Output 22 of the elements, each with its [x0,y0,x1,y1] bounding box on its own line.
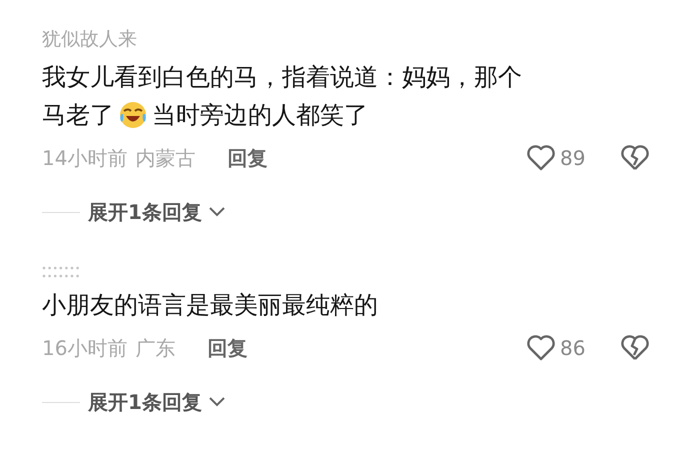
expand-replies-link[interactable]: 展开1条回复 [88,198,202,226]
reply-link[interactable]: 回复 [227,144,268,172]
comment-text: 当时旁边的人都笑了 [152,100,368,131]
comment-text: 我女儿看到白色的马，指着说道：妈妈，那个 [42,62,522,93]
comment-time: 16小时前 [42,334,128,362]
broken-heart-icon[interactable] [620,334,650,362]
chevron-down-icon[interactable] [208,206,226,218]
comment-location: 内蒙古 [135,144,196,172]
like-heart-icon[interactable] [526,334,556,362]
like-heart-icon[interactable] [526,144,556,172]
comment-text: 马老了 [42,100,114,131]
comment-location: 广东 [135,334,176,362]
masked-username-icon [42,265,80,279]
expand-replies-link[interactable]: 展开1条回复 [88,388,202,416]
comment-time: 14小时前 [42,144,128,172]
reply-link[interactable]: 回复 [207,334,248,362]
like-count: 89 [560,146,586,170]
broken-heart-icon[interactable] [620,144,650,172]
like-count: 86 [560,336,586,360]
comment-text: 小朋友的语言是最美丽最纯粹的 [42,290,378,321]
chevron-down-icon[interactable] [208,396,226,408]
laughing-crying-emoji-icon [118,100,148,130]
